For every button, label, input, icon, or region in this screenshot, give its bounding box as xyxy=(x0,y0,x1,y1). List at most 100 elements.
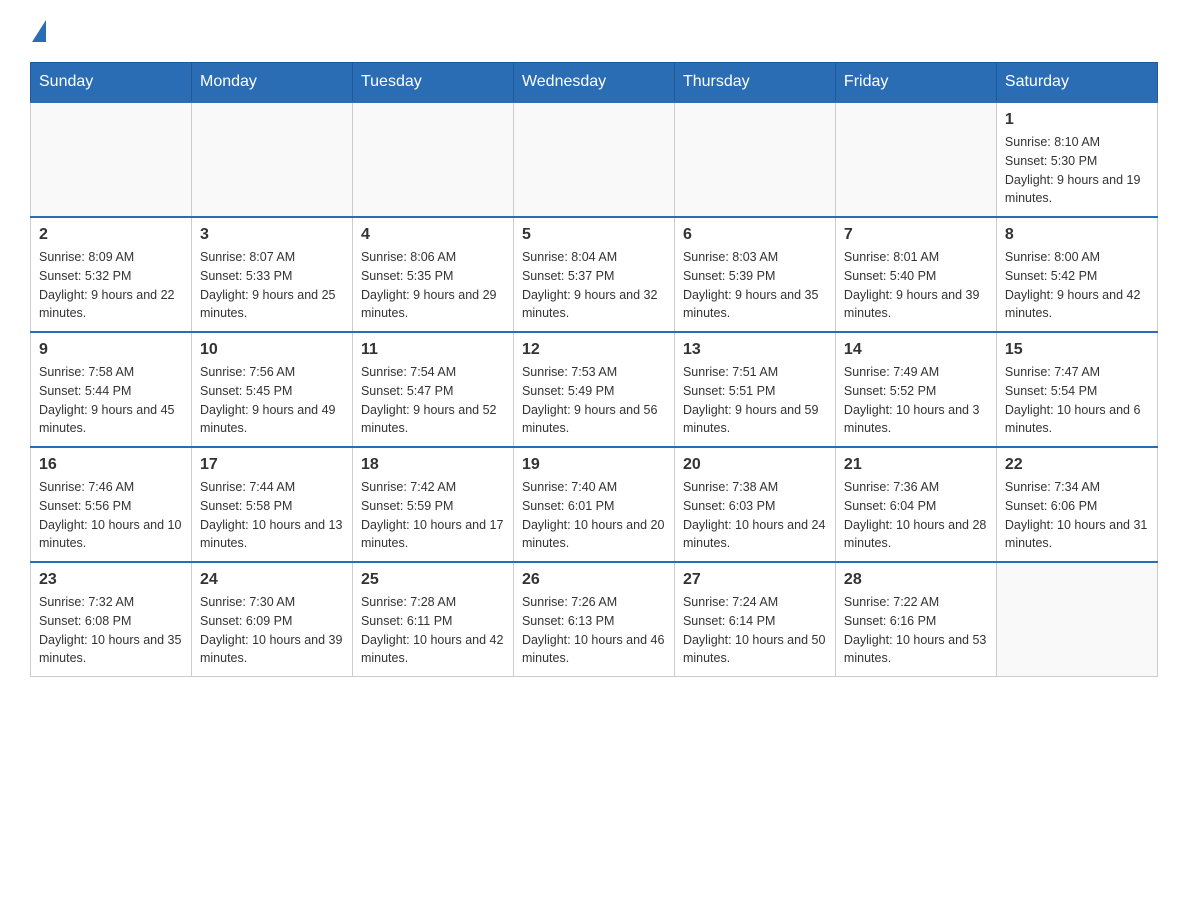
calendar-cell: 24 Sunrise: 7:30 AM Sunset: 6:09 PM Dayli… xyxy=(191,562,352,677)
calendar-cell: 23Sunrise: 7:32 AM Sunset: 6:08 PM Dayli… xyxy=(31,562,192,677)
week-row: 1Sunrise: 8:10 AM Sunset: 5:30 PM Daylig… xyxy=(31,102,1158,217)
day-number: 6 xyxy=(683,226,827,244)
day-number: 5 xyxy=(522,226,666,244)
day-header-wednesday: Wednesday xyxy=(513,63,674,103)
calendar-cell: 27 Sunrise: 7:24 AM Sunset: 6:14 PM Dayli… xyxy=(674,562,835,677)
calendar-cell: 12 Sunrise: 7:53 AM Sunset: 5:49 PM Dayli… xyxy=(513,332,674,447)
day-info: Sunrise: 8:09 AM Sunset: 5:32 PM Dayligh… xyxy=(39,248,183,323)
calendar-cell: 25 Sunrise: 7:28 AM Sunset: 6:11 PM Dayli… xyxy=(352,562,513,677)
day-number: 11 xyxy=(361,341,505,359)
day-number: 10 xyxy=(200,341,344,359)
calendar-cell: 15 Sunrise: 7:47 AM Sunset: 5:54 PM Dayli… xyxy=(996,332,1157,447)
calendar-cell: 6 Sunrise: 8:03 AM Sunset: 5:39 PM Daylig… xyxy=(674,217,835,332)
day-number: 8 xyxy=(1005,226,1149,244)
day-header-friday: Friday xyxy=(835,63,996,103)
day-header-tuesday: Tuesday xyxy=(352,63,513,103)
day-header-thursday: Thursday xyxy=(674,63,835,103)
calendar-cell xyxy=(31,102,192,217)
calendar-cell: 3 Sunrise: 8:07 AM Sunset: 5:33 PM Daylig… xyxy=(191,217,352,332)
day-number: 21 xyxy=(844,456,988,474)
day-info: Sunrise: 7:26 AM Sunset: 6:13 PM Dayligh… xyxy=(522,593,666,668)
calendar-cell: 22 Sunrise: 7:34 AM Sunset: 6:06 PM Dayli… xyxy=(996,447,1157,562)
day-info: Sunrise: 7:49 AM Sunset: 5:52 PM Dayligh… xyxy=(844,363,988,438)
day-info: Sunrise: 7:34 AM Sunset: 6:06 PM Dayligh… xyxy=(1005,478,1149,553)
calendar-cell: 10 Sunrise: 7:56 AM Sunset: 5:45 PM Dayli… xyxy=(191,332,352,447)
calendar-cell: 4Sunrise: 8:06 AM Sunset: 5:35 PM Daylig… xyxy=(352,217,513,332)
calendar-cell: 5 Sunrise: 8:04 AM Sunset: 5:37 PM Daylig… xyxy=(513,217,674,332)
calendar-cell: 13 Sunrise: 7:51 AM Sunset: 5:51 PM Dayli… xyxy=(674,332,835,447)
day-number: 26 xyxy=(522,571,666,589)
day-info: Sunrise: 7:38 AM Sunset: 6:03 PM Dayligh… xyxy=(683,478,827,553)
day-header-monday: Monday xyxy=(191,63,352,103)
day-info: Sunrise: 7:51 AM Sunset: 5:51 PM Dayligh… xyxy=(683,363,827,438)
day-info: Sunrise: 8:01 AM Sunset: 5:40 PM Dayligh… xyxy=(844,248,988,323)
calendar-cell: 2Sunrise: 8:09 AM Sunset: 5:32 PM Daylig… xyxy=(31,217,192,332)
week-row: 16 Sunrise: 7:46 AM Sunset: 5:56 PM Dayli… xyxy=(31,447,1158,562)
calendar-cell: 7 Sunrise: 8:01 AM Sunset: 5:40 PM Daylig… xyxy=(835,217,996,332)
calendar-cell: 19Sunrise: 7:40 AM Sunset: 6:01 PM Dayli… xyxy=(513,447,674,562)
day-number: 12 xyxy=(522,341,666,359)
day-info: Sunrise: 7:40 AM Sunset: 6:01 PM Dayligh… xyxy=(522,478,666,553)
calendar-cell xyxy=(674,102,835,217)
day-info: Sunrise: 7:53 AM Sunset: 5:49 PM Dayligh… xyxy=(522,363,666,438)
day-number: 13 xyxy=(683,341,827,359)
day-info: Sunrise: 8:07 AM Sunset: 5:33 PM Dayligh… xyxy=(200,248,344,323)
calendar-cell xyxy=(513,102,674,217)
calendar-cell: 8 Sunrise: 8:00 AM Sunset: 5:42 PM Daylig… xyxy=(996,217,1157,332)
calendar-cell: 11 Sunrise: 7:54 AM Sunset: 5:47 PM Dayli… xyxy=(352,332,513,447)
day-info: Sunrise: 7:30 AM Sunset: 6:09 PM Dayligh… xyxy=(200,593,344,668)
calendar-cell: 9 Sunrise: 7:58 AM Sunset: 5:44 PM Daylig… xyxy=(31,332,192,447)
calendar-cell: 18Sunrise: 7:42 AM Sunset: 5:59 PM Dayli… xyxy=(352,447,513,562)
calendar-header: SundayMondayTuesdayWednesdayThursdayFrid… xyxy=(31,63,1158,103)
logo-triangle-icon xyxy=(32,20,46,42)
calendar-cell: 20 Sunrise: 7:38 AM Sunset: 6:03 PM Dayli… xyxy=(674,447,835,562)
day-number: 23 xyxy=(39,571,183,589)
day-info: Sunrise: 7:58 AM Sunset: 5:44 PM Dayligh… xyxy=(39,363,183,438)
day-number: 24 xyxy=(200,571,344,589)
calendar-cell: 21 Sunrise: 7:36 AM Sunset: 6:04 PM Dayli… xyxy=(835,447,996,562)
day-number: 7 xyxy=(844,226,988,244)
day-info: Sunrise: 8:00 AM Sunset: 5:42 PM Dayligh… xyxy=(1005,248,1149,323)
calendar-cell: 28Sunrise: 7:22 AM Sunset: 6:16 PM Dayli… xyxy=(835,562,996,677)
week-row: 9 Sunrise: 7:58 AM Sunset: 5:44 PM Daylig… xyxy=(31,332,1158,447)
day-info: Sunrise: 7:44 AM Sunset: 5:58 PM Dayligh… xyxy=(200,478,344,553)
week-row: 2Sunrise: 8:09 AM Sunset: 5:32 PM Daylig… xyxy=(31,217,1158,332)
logo xyxy=(30,20,48,42)
day-number: 14 xyxy=(844,341,988,359)
day-number: 20 xyxy=(683,456,827,474)
day-number: 3 xyxy=(200,226,344,244)
page-header xyxy=(30,20,1158,42)
day-header-sunday: Sunday xyxy=(31,63,192,103)
calendar-cell xyxy=(996,562,1157,677)
calendar-cell: 16 Sunrise: 7:46 AM Sunset: 5:56 PM Dayli… xyxy=(31,447,192,562)
day-info: Sunrise: 8:03 AM Sunset: 5:39 PM Dayligh… xyxy=(683,248,827,323)
day-info: Sunrise: 7:46 AM Sunset: 5:56 PM Dayligh… xyxy=(39,478,183,553)
day-number: 15 xyxy=(1005,341,1149,359)
day-number: 16 xyxy=(39,456,183,474)
day-number: 9 xyxy=(39,341,183,359)
day-info: Sunrise: 7:56 AM Sunset: 5:45 PM Dayligh… xyxy=(200,363,344,438)
calendar-cell: 26 Sunrise: 7:26 AM Sunset: 6:13 PM Dayli… xyxy=(513,562,674,677)
calendar-cell: 17Sunrise: 7:44 AM Sunset: 5:58 PM Dayli… xyxy=(191,447,352,562)
calendar-table: SundayMondayTuesdayWednesdayThursdayFrid… xyxy=(30,62,1158,677)
day-number: 1 xyxy=(1005,111,1149,129)
calendar-cell: 1Sunrise: 8:10 AM Sunset: 5:30 PM Daylig… xyxy=(996,102,1157,217)
day-number: 27 xyxy=(683,571,827,589)
day-number: 18 xyxy=(361,456,505,474)
week-row: 23Sunrise: 7:32 AM Sunset: 6:08 PM Dayli… xyxy=(31,562,1158,677)
day-info: Sunrise: 7:24 AM Sunset: 6:14 PM Dayligh… xyxy=(683,593,827,668)
day-info: Sunrise: 8:04 AM Sunset: 5:37 PM Dayligh… xyxy=(522,248,666,323)
days-of-week-row: SundayMondayTuesdayWednesdayThursdayFrid… xyxy=(31,63,1158,103)
calendar-body: 1Sunrise: 8:10 AM Sunset: 5:30 PM Daylig… xyxy=(31,102,1158,677)
day-header-saturday: Saturday xyxy=(996,63,1157,103)
day-info: Sunrise: 7:36 AM Sunset: 6:04 PM Dayligh… xyxy=(844,478,988,553)
day-info: Sunrise: 7:28 AM Sunset: 6:11 PM Dayligh… xyxy=(361,593,505,668)
day-info: Sunrise: 7:22 AM Sunset: 6:16 PM Dayligh… xyxy=(844,593,988,668)
day-number: 4 xyxy=(361,226,505,244)
day-number: 22 xyxy=(1005,456,1149,474)
calendar-cell xyxy=(835,102,996,217)
day-info: Sunrise: 7:47 AM Sunset: 5:54 PM Dayligh… xyxy=(1005,363,1149,438)
calendar-cell xyxy=(191,102,352,217)
day-info: Sunrise: 7:54 AM Sunset: 5:47 PM Dayligh… xyxy=(361,363,505,438)
day-number: 25 xyxy=(361,571,505,589)
